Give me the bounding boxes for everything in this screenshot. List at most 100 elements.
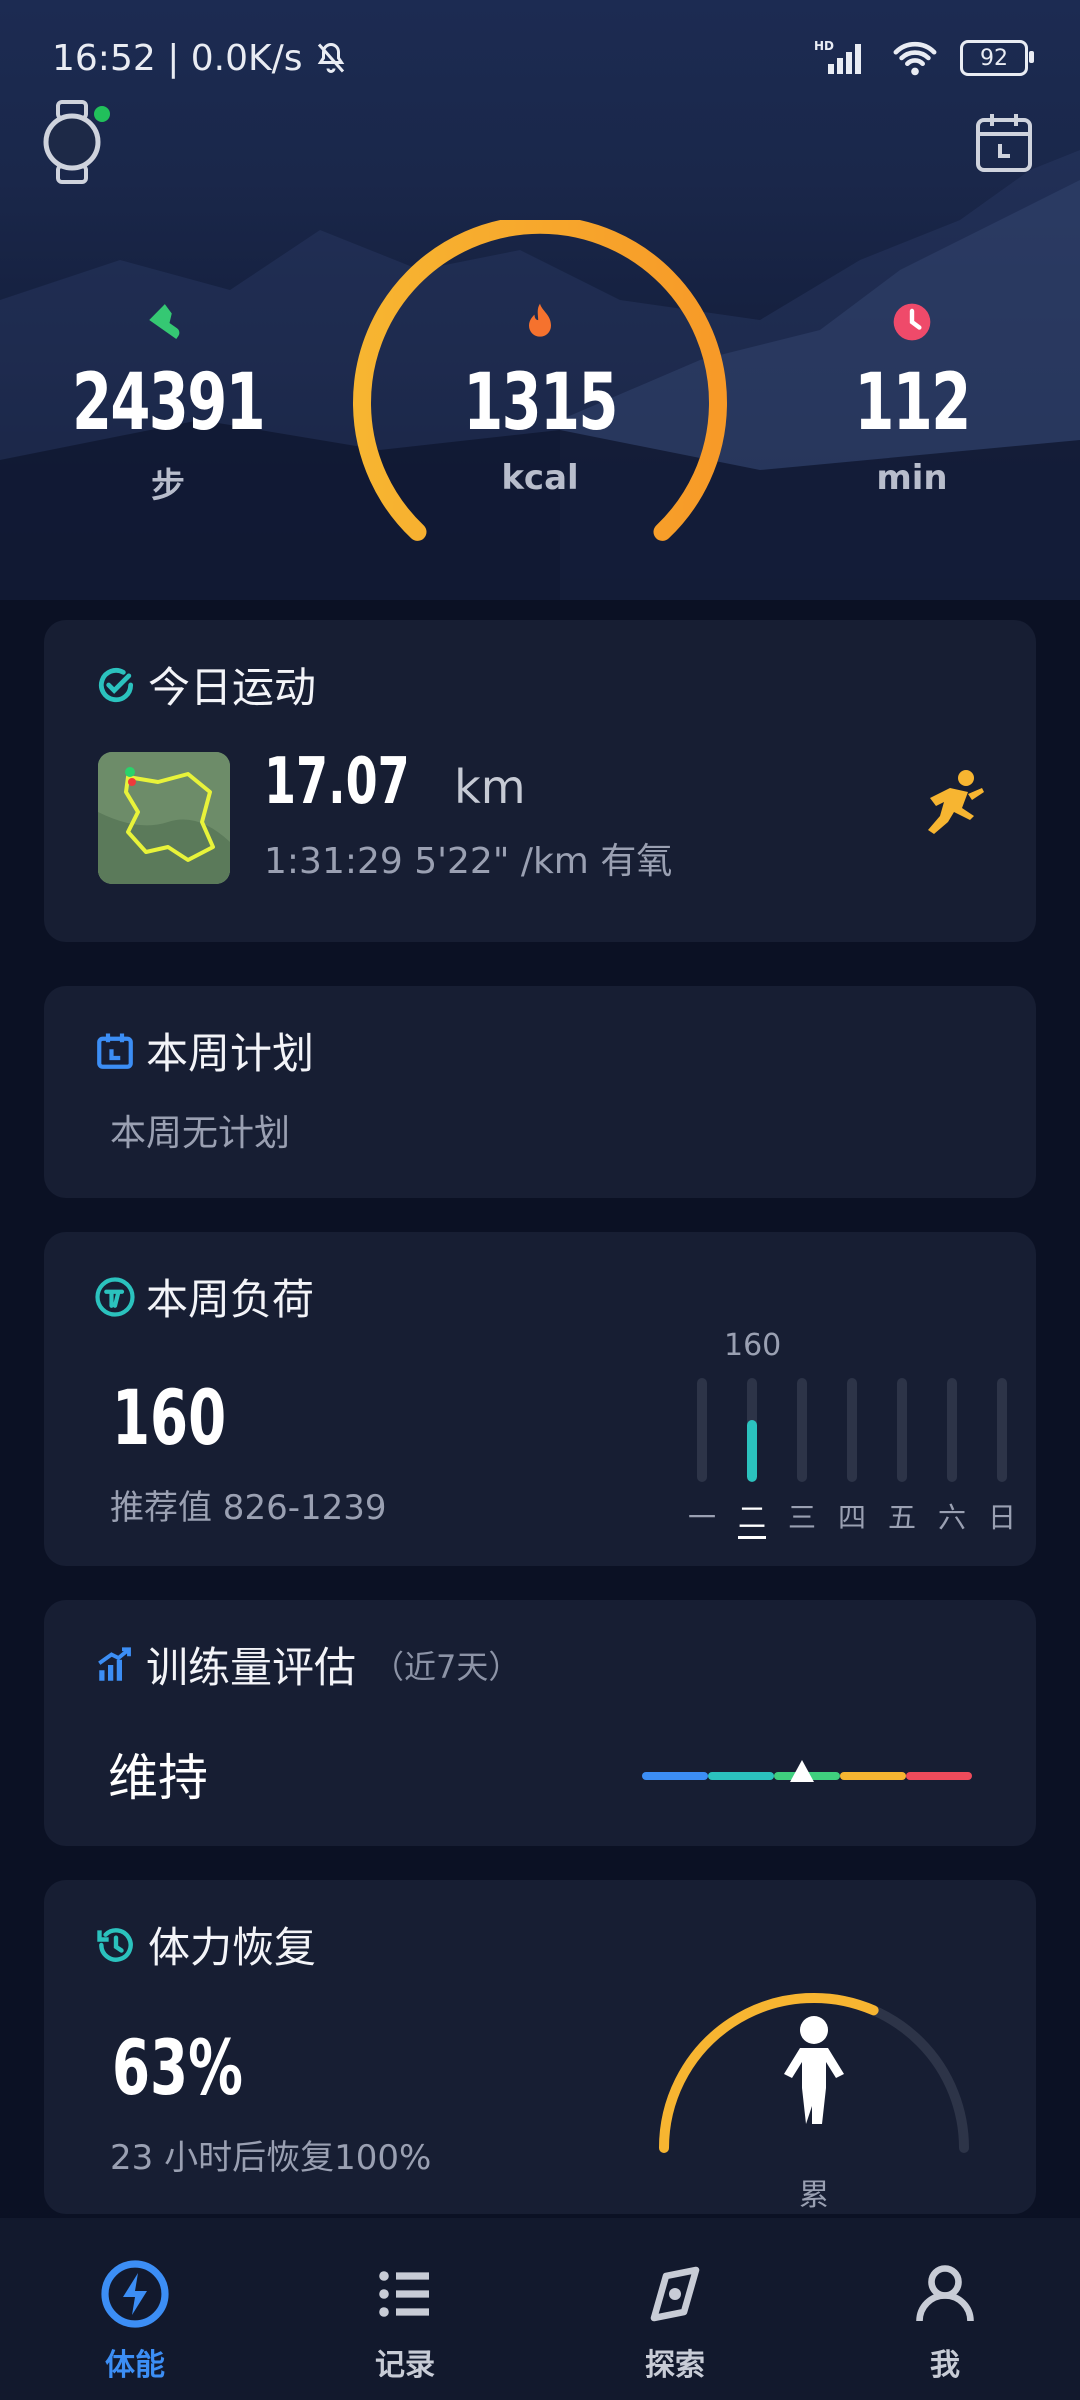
calendar-plan-icon — [97, 1033, 133, 1069]
person-icon — [784, 2016, 844, 2124]
route-map-thumbnail[interactable] — [98, 752, 230, 884]
battery-indicator: 92 — [960, 40, 1034, 76]
day-label: 日 — [987, 1501, 1016, 1534]
training-eval-hint: （近7天） — [372, 1647, 521, 1686]
training-eval-card[interactable]: 训练量评估 （近7天） 维持 — [44, 1600, 1036, 1846]
steps-stat: 24391 步 — [38, 300, 298, 507]
day-bar: 二 — [734, 1378, 770, 1539]
recovery-text: 23 小时后恢复100% — [110, 2138, 432, 2178]
weekly-load-chart: 160 一二三四五六日 — [684, 1328, 1020, 1539]
calendar-icon[interactable] — [974, 110, 1034, 178]
status-time: 16:52 | 0.0K/s — [52, 37, 303, 79]
day-bar-track — [847, 1378, 857, 1482]
weekly-plan-text: 本周无计划 — [110, 1113, 291, 1154]
day-label: 五 — [887, 1501, 916, 1534]
day-bar: 四 — [834, 1378, 870, 1539]
distance-value: 17.07 — [264, 745, 410, 819]
day-bar-track — [747, 1378, 757, 1482]
day-label: 六 — [937, 1501, 966, 1534]
watch-icon[interactable] — [40, 100, 120, 188]
day-label: 一 — [687, 1501, 716, 1534]
list-icon — [379, 2271, 429, 2317]
today-exercise-header: 今日运动 — [94, 654, 316, 715]
shoe-icon — [149, 304, 180, 339]
day-bar: 日 — [984, 1378, 1020, 1539]
recovery-gauge — [659, 1992, 969, 2153]
minutes-stat: 112 min — [782, 300, 1042, 498]
nav-fitness-label: 体能 — [105, 2348, 165, 2383]
weekly-plan-title: 本周计划 — [146, 1029, 315, 1078]
calories-stat: 1315 kcal — [410, 300, 670, 498]
route-map — [98, 752, 230, 884]
day-bar-track — [947, 1378, 957, 1482]
mute-bell-icon — [317, 42, 344, 73]
today-exercise-title: 今日运动 — [148, 663, 317, 712]
training-eval-title: 训练量评估 — [146, 1643, 357, 1692]
recovery-history-icon — [97, 1927, 133, 1962]
recovery-percent: 63% — [112, 2023, 243, 2112]
weekly-load-header: 本周负荷 — [94, 1266, 314, 1327]
nav-me[interactable]: 我 — [845, 2218, 1045, 2384]
weekly-load-title: 本周负荷 — [146, 1275, 315, 1324]
level-pointer — [790, 1760, 814, 1782]
steps-value: 24391 — [71, 358, 266, 448]
steps-unit: 步 — [151, 466, 185, 506]
trend-chart-icon — [98, 1646, 131, 1681]
check-circle-icon — [98, 667, 134, 702]
flame-icon — [529, 303, 551, 337]
recovery-header: 体力恢复 — [94, 1914, 316, 1975]
training-eval-header: 训练量评估 （近7天） — [94, 1634, 520, 1695]
weekly-plan-header: 本周计划 — [94, 1020, 314, 1081]
calories-value: 1315 — [463, 358, 618, 448]
nav-records[interactable]: 记录 — [305, 2218, 505, 2384]
exercise-detail: 1:31:29 5'22" /km 有氧 — [264, 841, 673, 882]
nav-explore-label: 探索 — [645, 2348, 705, 2383]
weekly-load-value: 160 — [112, 1373, 227, 1462]
hero-header: 16:52 | 0.0K/s HD 92 24391 步 1315 kcal 1… — [0, 0, 1080, 600]
day-bar-fill — [747, 1419, 757, 1482]
bottom-nav: 体能 记录 探索 我 — [0, 2218, 1080, 2400]
day-bar: 五 — [884, 1378, 920, 1539]
status-bar: 16:52 | 0.0K/s HD 92 — [52, 28, 1034, 88]
weekly-load-bars: 一二三四五六日 — [684, 1378, 1020, 1539]
distance-unit: km — [454, 760, 526, 814]
day-bar: 六 — [934, 1378, 970, 1539]
signal-icon: HD — [814, 39, 861, 74]
recovery-label: 累 — [799, 2178, 829, 2213]
compass-icon — [650, 2266, 700, 2322]
gauge-icon — [95, 1276, 135, 1317]
calories-unit: kcal — [501, 458, 579, 498]
weekly-load-card[interactable]: 本周负荷 160 推荐值 826-1239 160 一二三四五六日 — [44, 1232, 1036, 1566]
nav-records-label: 记录 — [375, 2348, 435, 2383]
lightning-icon — [101, 2260, 169, 2328]
day-bar: 一 — [684, 1378, 720, 1539]
running-icon — [928, 770, 984, 834]
day-label: 四 — [837, 1501, 866, 1534]
day-label: 三 — [787, 1501, 816, 1534]
training-level-bar — [642, 1760, 972, 1782]
exercise-distance: 17.07 km — [264, 750, 526, 814]
nav-explore[interactable]: 探索 — [575, 2218, 775, 2384]
weekly-load-peak-label: 160 — [724, 1328, 782, 1363]
weekly-plan-card[interactable]: 本周计划 本周无计划 — [44, 986, 1036, 1198]
minutes-unit: min — [876, 458, 948, 498]
user-icon — [916, 2265, 974, 2322]
day-bar-track — [797, 1378, 807, 1482]
recovery-title: 体力恢复 — [148, 1923, 317, 1972]
day-bar-track — [897, 1378, 907, 1482]
svg-text:HD: HD — [814, 39, 834, 53]
nav-fitness[interactable]: 体能 — [35, 2218, 235, 2384]
nav-me-label: 我 — [930, 2348, 960, 2383]
wifi-icon — [893, 41, 937, 76]
today-exercise-card[interactable]: 今日运动 17.07 km 1:31:29 5'22" /km 有氧 — [44, 620, 1036, 942]
recovery-card[interactable]: 体力恢复 63% 23 小时后恢复100% 累 — [44, 1880, 1036, 2214]
minutes-value: 112 — [854, 358, 971, 448]
training-eval-status: 维持 — [108, 1749, 208, 1807]
clock-icon — [893, 303, 931, 341]
battery-level: 92 — [980, 45, 1008, 71]
day-bar-track — [697, 1378, 707, 1482]
weekly-load-recommend: 推荐值 826-1239 — [110, 1488, 387, 1528]
day-bar: 三 — [784, 1378, 820, 1539]
day-label: 二 — [737, 1496, 766, 1539]
day-bar-track — [997, 1378, 1007, 1482]
